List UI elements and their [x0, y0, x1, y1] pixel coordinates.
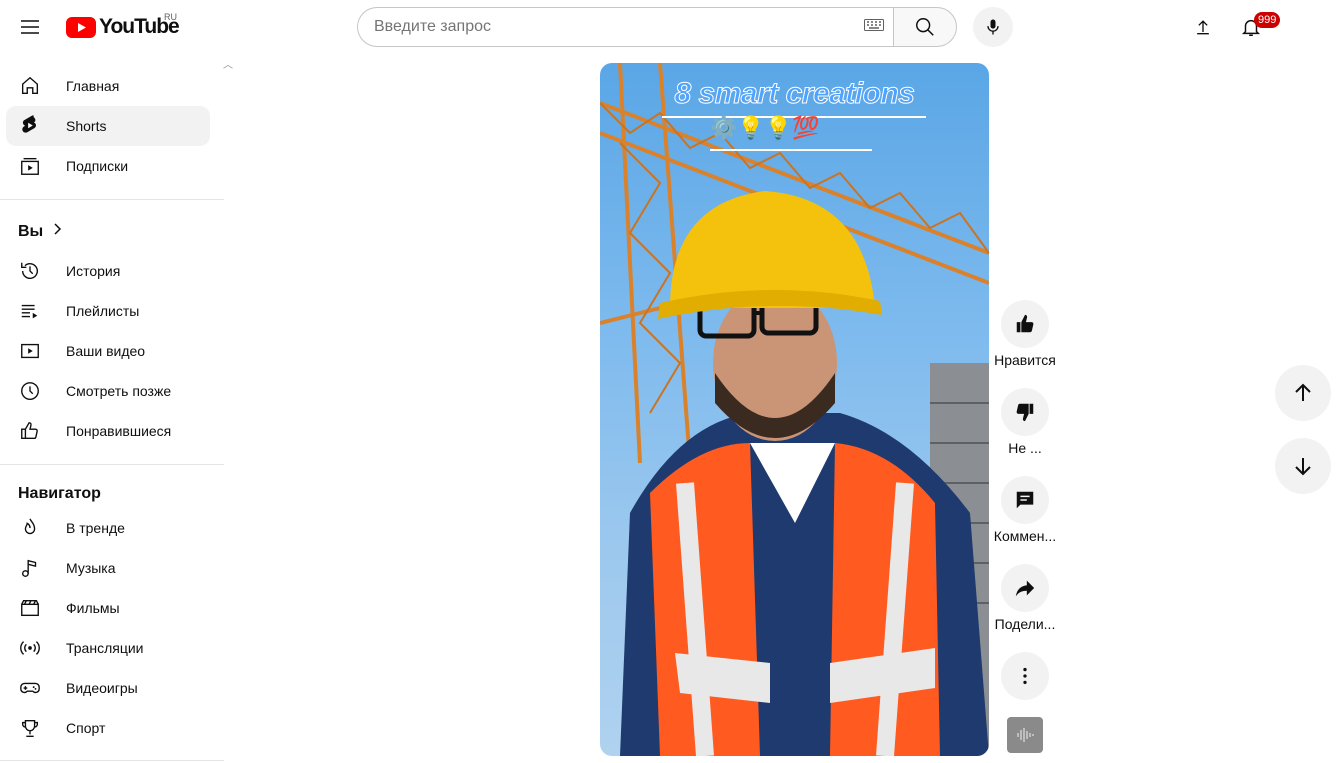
- sidebar-divider: [0, 464, 224, 465]
- sidebar-item-label: Трансляции: [66, 640, 144, 656]
- navigator-title-text: Навигатор: [18, 485, 101, 502]
- search-icon: [916, 18, 934, 36]
- sidebar-item-label: История: [66, 263, 121, 279]
- sidebar-item-subscriptions[interactable]: Подписки: [6, 146, 210, 186]
- top-bar: YouTube RU Введите запрос 999: [0, 0, 1341, 56]
- dislike-button[interactable]: Не ...: [992, 388, 1058, 456]
- search-placeholder: Введите запрос: [374, 18, 491, 35]
- trending-icon: [18, 516, 42, 540]
- you-title-text: Вы: [18, 222, 44, 240]
- sidebar-item-your-videos[interactable]: Ваши видео: [6, 331, 210, 371]
- youtube-logo[interactable]: YouTube: [66, 14, 180, 40]
- your-videos-icon: [18, 339, 42, 363]
- search-button[interactable]: [893, 7, 957, 47]
- scroll-up-icon[interactable]: ︿: [223, 56, 233, 71]
- share-label: Подели...: [994, 616, 1056, 632]
- like-button[interactable]: Нравится: [992, 300, 1058, 368]
- sidebar-item-gaming[interactable]: Видеоигры: [6, 668, 210, 708]
- sidebar-item-music[interactable]: Музыка: [6, 548, 210, 588]
- sidebar-item-label: Спорт: [66, 720, 106, 736]
- thumb-up-icon: [1001, 300, 1049, 348]
- next-video-button[interactable]: [1275, 438, 1331, 494]
- audio-wave-icon: [1017, 728, 1034, 742]
- share-button[interactable]: Подели...: [992, 564, 1058, 632]
- sidebar-item-label: В тренде: [66, 520, 125, 536]
- sidebar: ︿ Главная Shorts Подписки Вы История Пле…: [0, 56, 233, 763]
- sidebar-item-label: Смотреть позже: [66, 383, 172, 399]
- sidebar-item-label: Музыка: [66, 560, 116, 576]
- shorts-icon: [18, 114, 42, 138]
- sidebar-item-label: Shorts: [66, 118, 107, 134]
- arrow-up-icon: [1295, 383, 1311, 401]
- search-input[interactable]: Введите запрос: [357, 7, 894, 47]
- sidebar-item-home[interactable]: Главная: [6, 66, 210, 106]
- sidebar-item-sports[interactable]: Спорт: [6, 708, 210, 748]
- sidebar-item-history[interactable]: История: [6, 251, 210, 291]
- like-label: Нравится: [994, 352, 1056, 368]
- sidebar-item-label: Видеоигры: [66, 680, 138, 696]
- sidebar-item-label: Подписки: [66, 158, 129, 174]
- sidebar-item-playlists[interactable]: Плейлисты: [6, 291, 210, 331]
- share-icon: [1001, 564, 1049, 612]
- voice-search-button[interactable]: [973, 7, 1013, 47]
- sidebar-item-label: Фильмы: [66, 600, 120, 616]
- watch-later-icon: [18, 379, 42, 403]
- sidebar-item-shorts[interactable]: Shorts: [6, 106, 210, 146]
- comments-button[interactable]: Коммен...: [992, 476, 1058, 544]
- country-code: RU: [164, 12, 177, 22]
- thumb-down-icon: [1001, 388, 1049, 436]
- movies-icon: [18, 596, 42, 620]
- dislike-label: Не ...: [1008, 440, 1042, 456]
- sidebar-item-label: Ваши видео: [66, 343, 146, 359]
- trophy-icon: [18, 716, 42, 740]
- sidebar-divider: [0, 199, 224, 200]
- sidebar-item-movies[interactable]: Фильмы: [6, 588, 210, 628]
- you-section-title[interactable]: Вы: [18, 222, 63, 241]
- more-options-button[interactable]: [992, 652, 1058, 700]
- keyboard-icon[interactable]: [864, 18, 884, 36]
- youtube-play-icon: [66, 16, 96, 38]
- music-icon: [18, 556, 42, 580]
- sidebar-item-watch-later[interactable]: Смотреть позже: [6, 371, 210, 411]
- sidebar-item-label: Главная: [66, 78, 120, 94]
- previous-video-button[interactable]: [1275, 365, 1331, 421]
- shorts-video-player[interactable]: 8 smart creations ⚙️💡💡💯: [600, 63, 989, 756]
- comment-icon: [1001, 476, 1049, 524]
- notification-badge: 999: [1254, 12, 1281, 28]
- video-frame-illustration: [600, 63, 989, 756]
- history-icon: [18, 259, 42, 283]
- sidebar-item-live[interactable]: Трансляции: [6, 628, 210, 668]
- menu-icon[interactable]: [10, 7, 50, 47]
- sidebar-item-liked[interactable]: Понравившиеся: [6, 411, 210, 451]
- comments-label: Коммен...: [993, 528, 1057, 544]
- arrow-down-icon: [1295, 458, 1311, 476]
- sidebar-item-label: Плейлисты: [66, 303, 140, 319]
- home-icon: [18, 74, 42, 98]
- sidebar-item-label: Понравившиеся: [66, 423, 172, 439]
- audio-track-button[interactable]: [1007, 717, 1043, 753]
- emoji-underline: [710, 149, 872, 151]
- navigator-section-title: Навигатор: [18, 485, 101, 503]
- subscriptions-icon: [18, 154, 42, 178]
- more-vertical-icon: [1001, 652, 1049, 700]
- video-overlay-emojis: ⚙️💡💡💯: [710, 115, 820, 140]
- playlists-icon: [18, 299, 42, 323]
- upload-icon: [1197, 20, 1209, 35]
- thumb-up-icon: [18, 419, 42, 443]
- chevron-right-icon: [53, 222, 63, 241]
- microphone-icon: [987, 19, 999, 35]
- upload-button[interactable]: [1183, 7, 1223, 47]
- gamepad-icon: [18, 676, 42, 700]
- sidebar-divider: [0, 760, 224, 761]
- sidebar-item-trending[interactable]: В тренде: [6, 508, 210, 548]
- live-icon: [18, 636, 42, 660]
- video-overlay-title: 8 smart creations: [674, 77, 915, 111]
